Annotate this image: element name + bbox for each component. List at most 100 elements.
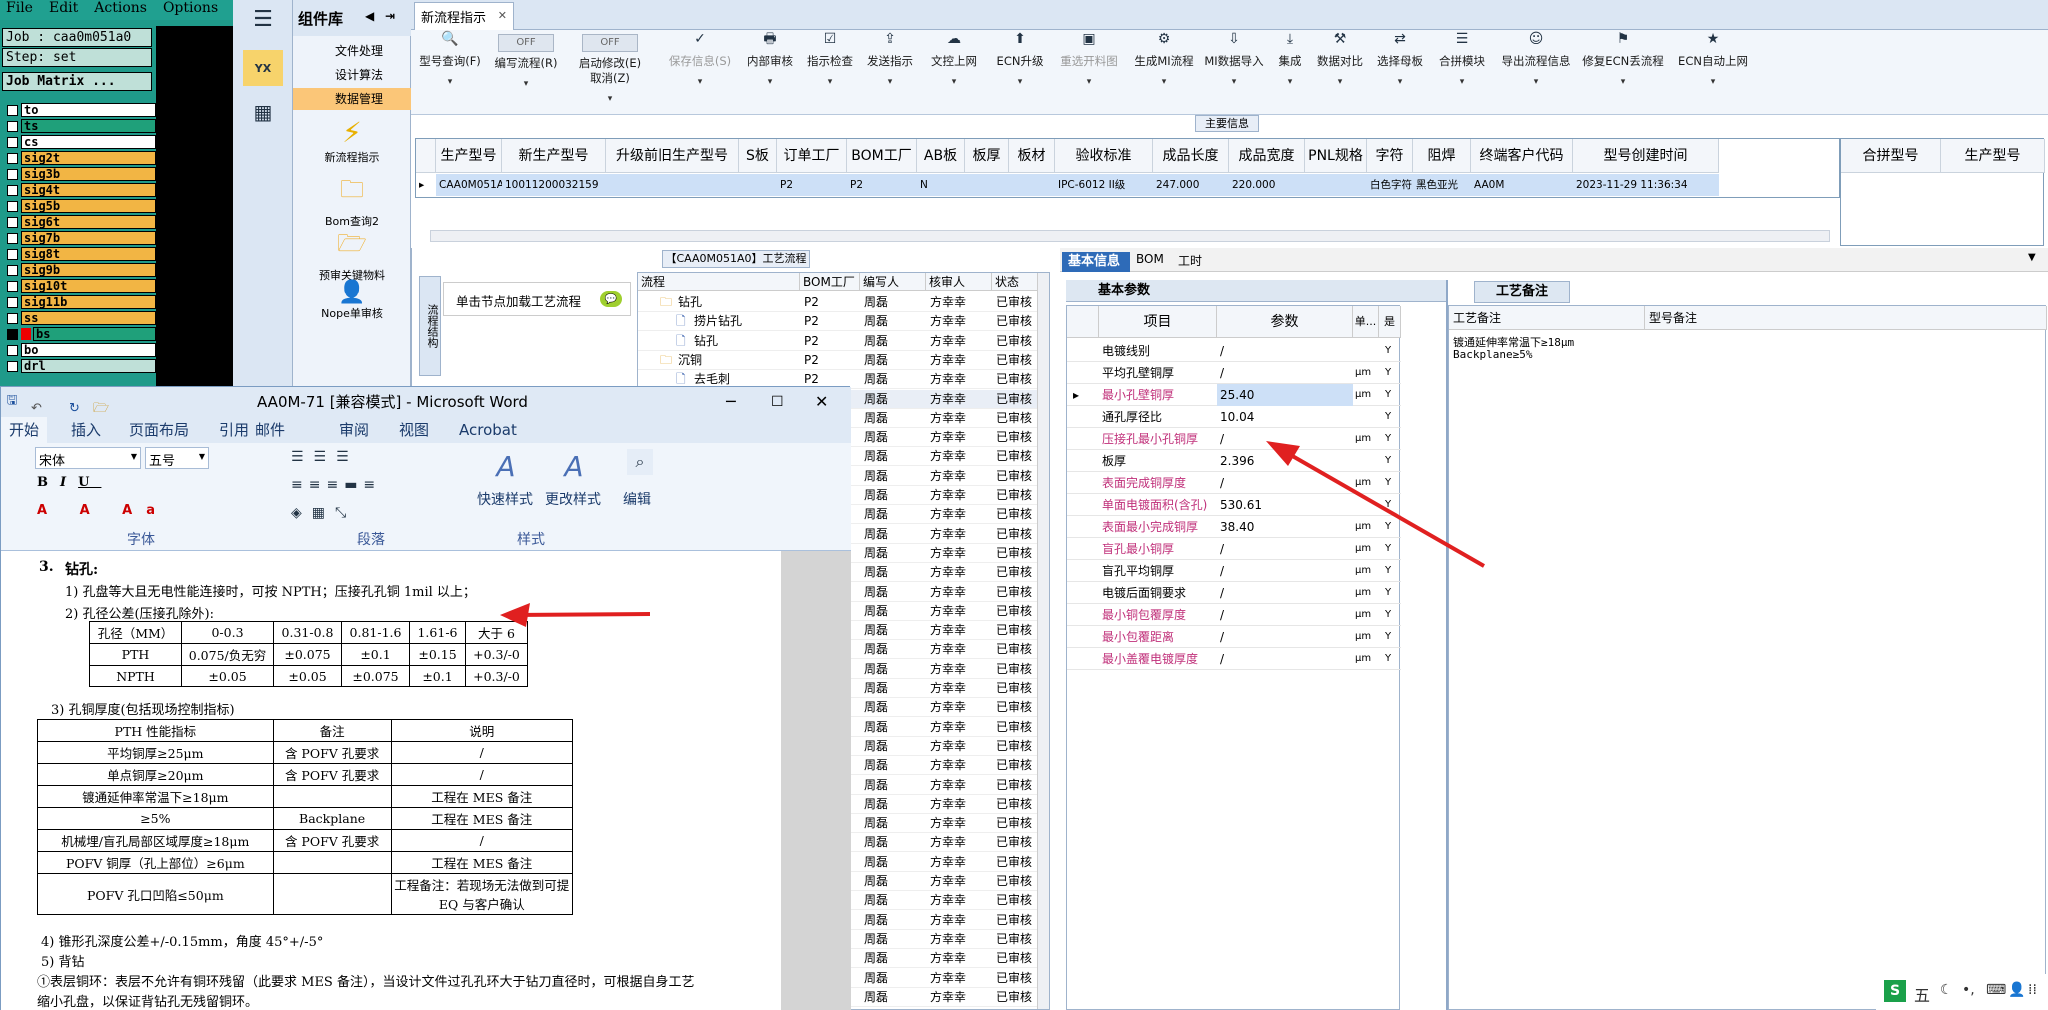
col-header[interactable]: 板厚	[965, 139, 1009, 173]
param-value[interactable]: /	[1217, 648, 1353, 670]
col-header[interactable]: AB板	[917, 139, 965, 173]
word-tab[interactable]: 邮件	[255, 417, 285, 443]
new-process-item[interactable]: ⚡ 新流程指示	[293, 116, 411, 165]
tab-basic-info[interactable]: 基本信息	[1062, 252, 1130, 272]
ribbon-button-12[interactable]: ⤓ 集成 ▾	[1271, 32, 1309, 112]
cell[interactable]: P2	[847, 174, 917, 196]
layer-row[interactable]: drl	[4, 358, 156, 374]
col-header[interactable]: 新生产型号	[502, 139, 606, 173]
layer-row[interactable]: sig9b	[4, 262, 156, 278]
menu-actions[interactable]: Actions	[94, 0, 147, 16]
font-format-buttons[interactable]: BIU	[37, 475, 101, 490]
param-value[interactable]: /	[1217, 582, 1353, 604]
cell[interactable]: 白色字符	[1367, 174, 1413, 196]
cell[interactable]: IPC-6012 II级	[1055, 174, 1153, 196]
param-value[interactable]: /	[1217, 362, 1353, 384]
col-header[interactable]: 型号创建时间	[1573, 139, 1719, 173]
process-structure-tab[interactable]: 流程结构	[419, 276, 441, 376]
param-row[interactable]: 最小包覆距离 / μm Y	[1067, 626, 1401, 648]
layer-row[interactable]: bs	[4, 326, 156, 342]
param-value[interactable]: /	[1217, 626, 1353, 648]
param-value[interactable]: 25.40	[1217, 384, 1353, 406]
craft-notes-tab[interactable]: 工艺备注	[1474, 281, 1570, 303]
param-value[interactable]: /	[1217, 604, 1353, 626]
ribbon-button-8[interactable]: ⬆ ECN升级 ▾	[991, 32, 1049, 112]
horizontal-scrollbar[interactable]	[430, 230, 1830, 242]
param-value[interactable]: /	[1217, 340, 1353, 362]
keyboard-icon[interactable]: ⌨	[1986, 982, 2006, 998]
layer-row[interactable]: sig6t	[4, 214, 156, 230]
align-buttons[interactable]: ≡≡≡▬≡	[291, 477, 381, 493]
menu-edit[interactable]: Edit	[49, 0, 78, 16]
ribbon-button-5[interactable]: ☑ 指示检查 ▾	[801, 32, 859, 112]
ribbon-button-16[interactable]: ☺ 导出流程信息 ▾	[1497, 32, 1575, 112]
word-tab[interactable]: 插入	[71, 417, 101, 443]
font-size-select[interactable]: 五号 ▼	[145, 447, 209, 469]
layer-row[interactable]: cs	[4, 134, 156, 150]
col-header[interactable]: 成品宽度	[1229, 139, 1305, 173]
param-value[interactable]: 38.40	[1217, 516, 1353, 538]
flow-row[interactable]: 🗋 钻孔 P2 周磊 方幸幸 已审核	[638, 332, 1049, 351]
param-value[interactable]: 10.04	[1217, 406, 1353, 428]
params-grid[interactable]: 项目 参数 单... 是电镀线别 / Y 平均孔壁铜厚 / μm Y ▸ 最小孔壁铜厚 25.40 μm Y…	[1066, 305, 1401, 1010]
moon-icon[interactable]: ☾	[1940, 982, 1953, 998]
flow-row[interactable]: 🗀 沉铜 P2 周磊 方幸幸 已审核	[638, 351, 1049, 370]
ribbon-button-17[interactable]: ⚑ 修复ECN丢流程 ▾	[1577, 32, 1669, 112]
layer-checkbox[interactable]	[7, 136, 18, 148]
layer-row[interactable]: sig7b	[4, 230, 156, 246]
para-buttons[interactable]: ◈▦⤡	[291, 505, 356, 521]
layer-checkbox[interactable]	[7, 184, 18, 196]
cell[interactable]: N	[917, 174, 965, 196]
param-col-header[interactable]: 单...	[1353, 306, 1379, 338]
col-header[interactable]: BOM工厂	[847, 139, 917, 173]
param-col-header[interactable]: 是	[1379, 306, 1401, 338]
flow-col-header[interactable]: 流程	[638, 273, 800, 291]
param-row[interactable]: 板厚 2.396 Y	[1067, 450, 1401, 472]
menu-options[interactable]: Options	[163, 0, 218, 16]
word-scroll-area[interactable]	[781, 551, 851, 1010]
window-close-icon[interactable]: ✕	[815, 387, 828, 417]
col-header[interactable]: 验收标准	[1055, 139, 1153, 173]
param-row[interactable]: 单面电镀面积(含孔) 530.61 Y	[1067, 494, 1401, 516]
col-header[interactable]: 终端客户代码	[1471, 139, 1573, 173]
col-header[interactable]: PNL规格	[1305, 139, 1367, 173]
ime-mode[interactable]: 五	[1914, 982, 1930, 1006]
flow-col-header[interactable]: 核审人	[926, 273, 992, 291]
punct-icon[interactable]: •,	[1962, 982, 1975, 998]
cell[interactable]: CAA0M051A0	[436, 174, 511, 196]
param-value[interactable]: /	[1217, 538, 1353, 560]
layer-checkbox[interactable]	[7, 200, 18, 212]
cell[interactable]: 220.000	[1229, 174, 1305, 196]
layer-row[interactable]: ss	[4, 310, 156, 326]
cell[interactable]	[739, 174, 777, 196]
layer-checkbox[interactable]	[7, 104, 18, 116]
tab-bom[interactable]: BOM	[1136, 252, 1164, 266]
layer-row[interactable]: sig5b	[4, 198, 156, 214]
word-tab[interactable]: 开始	[1, 417, 48, 443]
param-col-header[interactable]: 项目	[1099, 306, 1217, 338]
ribbon-button-7[interactable]: ☁ 文控上网 ▾	[921, 32, 987, 112]
layer-checkbox[interactable]	[7, 328, 18, 340]
param-value[interactable]: /	[1217, 560, 1353, 582]
collapse-left-icon[interactable]: ◀	[365, 9, 374, 23]
genesis-canvas[interactable]	[156, 26, 234, 386]
grid-icon[interactable]: ⁞⁞	[2028, 982, 2037, 998]
ribbon-button-0[interactable]: 🔍 型号查询(F) ▾	[411, 32, 489, 112]
layer-checkbox[interactable]	[7, 248, 18, 260]
pin-icon[interactable]: ⇥	[385, 9, 395, 23]
prereview-item[interactable]: 🗁 预审关键物料	[293, 226, 411, 283]
param-row[interactable]: 压接孔最小孔铜厚 / μm Y	[1067, 428, 1401, 450]
layer-row[interactable]: ts	[4, 118, 156, 134]
quick-style-button[interactable]: 快速样式	[477, 489, 533, 509]
flow-col-header[interactable]: 编写人	[860, 273, 926, 291]
bom-query-item[interactable]: 🗀 Bom查询2	[293, 172, 411, 229]
cell[interactable]	[1305, 174, 1367, 196]
col-header[interactable]: 阻焊	[1413, 139, 1471, 173]
param-row[interactable]: 电镀后面铜要求 / μm Y	[1067, 582, 1401, 604]
param-col-header[interactable]: 参数	[1217, 306, 1353, 338]
layer-row[interactable]: sig3b	[4, 166, 156, 182]
word-tab[interactable]: 引用	[219, 417, 249, 443]
cell[interactable]	[606, 174, 739, 196]
param-row[interactable]: 盲孔最小铜厚 / μm Y	[1067, 538, 1401, 560]
layer-row[interactable]: sig2t	[4, 150, 156, 166]
